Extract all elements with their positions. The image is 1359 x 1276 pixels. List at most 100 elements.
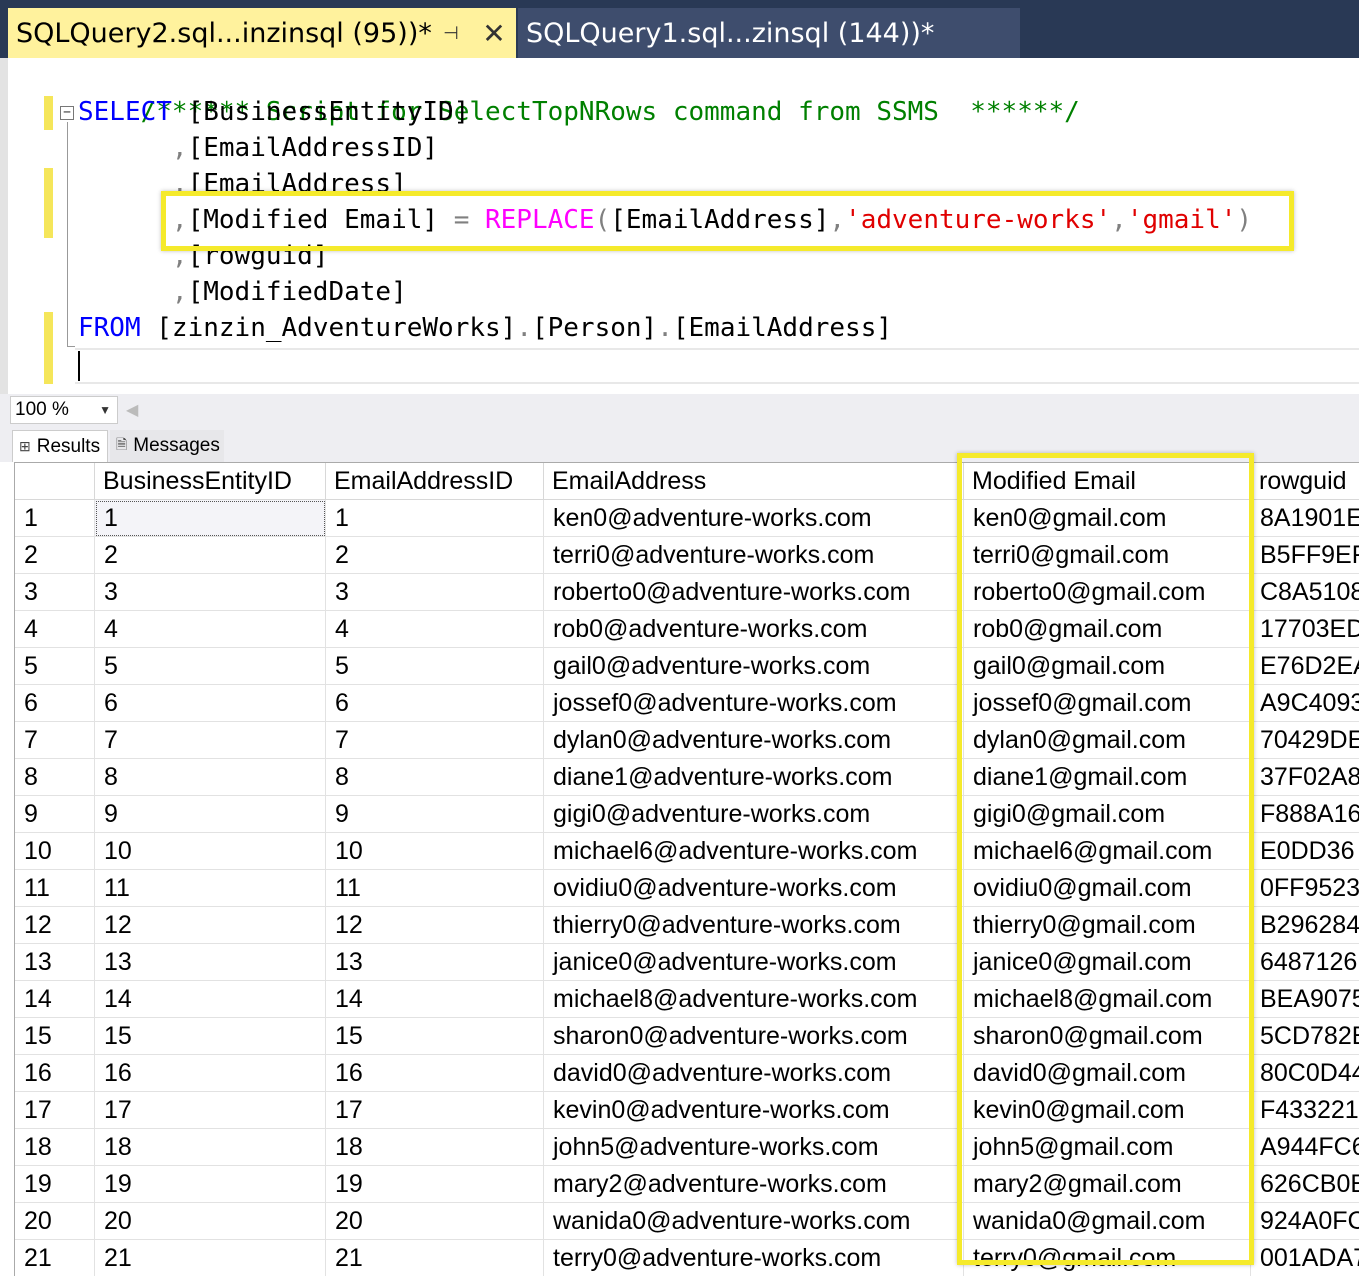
emailaddress-header[interactable]: EmailAddress <box>544 463 964 500</box>
rowguid-cell[interactable]: B296284 <box>1251 907 1359 944</box>
businessentityid-cell[interactable]: 14 <box>95 981 326 1018</box>
rowguid-cell[interactable]: F888A16 <box>1251 796 1359 833</box>
close-icon[interactable]: ✕ <box>478 8 510 58</box>
businessentityid-cell[interactable]: 18 <box>95 1129 326 1166</box>
businessentityid-cell[interactable]: 20 <box>95 1203 326 1240</box>
row-number-cell[interactable]: 2 <box>15 537 95 574</box>
row-number-cell[interactable]: 6 <box>15 685 95 722</box>
row-number-cell[interactable]: 12 <box>15 907 95 944</box>
emailaddress-cell[interactable]: ken0@adventure-works.com <box>544 500 964 537</box>
rowguid-cell[interactable]: 0FF9523 <box>1251 870 1359 907</box>
modified-email-cell[interactable]: rob0@gmail.com <box>964 611 1251 648</box>
emailaddress-cell[interactable]: michael6@adventure-works.com <box>544 833 964 870</box>
emailaddress-cell[interactable]: dylan0@adventure-works.com <box>544 722 964 759</box>
row-number-cell[interactable]: 18 <box>15 1129 95 1166</box>
businessentityid-cell[interactable]: 9 <box>95 796 326 833</box>
modified-email-cell[interactable]: gail0@gmail.com <box>964 648 1251 685</box>
businessentityid-cell[interactable]: 3 <box>95 574 326 611</box>
emailaddressid-cell[interactable]: 2 <box>326 537 544 574</box>
rowguid-cell[interactable]: 5CD782E <box>1251 1018 1359 1055</box>
modified-email-cell[interactable]: thierry0@gmail.com <box>964 907 1251 944</box>
pin-icon[interactable]: ⊣ <box>436 8 466 58</box>
rowguid-cell[interactable]: 924A0FC <box>1251 1203 1359 1240</box>
emailaddress-cell[interactable]: terry0@adventure-works.com <box>544 1240 964 1276</box>
tab-sqlquery2[interactable]: SQLQuery2.sql...inzinsql (95))* ⊣ ✕ <box>8 8 516 58</box>
row-number-cell[interactable]: 19 <box>15 1166 95 1203</box>
rowguid-cell[interactable]: A944FC6 <box>1251 1129 1359 1166</box>
emailaddressid-cell[interactable]: 19 <box>326 1166 544 1203</box>
row-number-cell[interactable]: 15 <box>15 1018 95 1055</box>
rowguid-cell[interactable]: 8A1901E <box>1251 500 1359 537</box>
businessentityid-cell[interactable]: 15 <box>95 1018 326 1055</box>
emailaddressid-cell[interactable]: 13 <box>326 944 544 981</box>
rowguid-cell[interactable]: 80C0D44 <box>1251 1055 1359 1092</box>
emailaddressid-cell[interactable]: 1 <box>326 500 544 537</box>
zoom-select[interactable]: 100 % ▼ <box>10 396 118 424</box>
row-number-cell[interactable]: 14 <box>15 981 95 1018</box>
results-grid[interactable]: BusinessEntityID EmailAddressID EmailAddre… <box>14 462 1359 1276</box>
emailaddressid-cell[interactable]: 8 <box>326 759 544 796</box>
row-number-cell[interactable]: 3 <box>15 574 95 611</box>
businessentityid-header[interactable]: BusinessEntityID <box>95 463 326 500</box>
row-number-cell[interactable]: 20 <box>15 1203 95 1240</box>
rowguid-header[interactable]: rowguid <box>1251 463 1359 500</box>
modified-email-cell[interactable]: diane1@gmail.com <box>964 759 1251 796</box>
row-number-cell[interactable]: 4 <box>15 611 95 648</box>
modified-email-cell[interactable]: michael6@gmail.com <box>964 833 1251 870</box>
collapse-toggle-icon[interactable]: − <box>60 106 74 120</box>
emailaddress-cell[interactable]: roberto0@adventure-works.com <box>544 574 964 611</box>
modified-email-cell[interactable]: ovidiu0@gmail.com <box>964 870 1251 907</box>
businessentityid-cell[interactable]: 8 <box>95 759 326 796</box>
emailaddressid-cell[interactable]: 12 <box>326 907 544 944</box>
emailaddressid-cell[interactable]: 17 <box>326 1092 544 1129</box>
emailaddress-cell[interactable]: jossef0@adventure-works.com <box>544 685 964 722</box>
rowguid-cell[interactable]: 70429DE <box>1251 722 1359 759</box>
businessentityid-cell[interactable]: 17 <box>95 1092 326 1129</box>
emailaddressid-cell[interactable]: 5 <box>326 648 544 685</box>
emailaddressid-cell[interactable]: 15 <box>326 1018 544 1055</box>
rowguid-cell[interactable]: E76D2EA <box>1251 648 1359 685</box>
emailaddress-cell[interactable]: david0@adventure-works.com <box>544 1055 964 1092</box>
sql-editor[interactable]: − /****** Script for SelectTopNRows comm… <box>0 58 1359 394</box>
emailaddress-cell[interactable]: sharon0@adventure-works.com <box>544 1018 964 1055</box>
row-number-cell[interactable]: 5 <box>15 648 95 685</box>
rowguid-cell[interactable]: C8A5108 <box>1251 574 1359 611</box>
rowguid-cell[interactable]: 626CB0E <box>1251 1166 1359 1203</box>
businessentityid-cell[interactable]: 12 <box>95 907 326 944</box>
rowguid-cell[interactable]: 6487126 <box>1251 944 1359 981</box>
row-number-cell[interactable]: 17 <box>15 1092 95 1129</box>
rowguid-cell[interactable]: A9C4093 <box>1251 685 1359 722</box>
emailaddress-cell[interactable]: kevin0@adventure-works.com <box>544 1092 964 1129</box>
modified-email-cell[interactable]: sharon0@gmail.com <box>964 1018 1251 1055</box>
row-number-cell[interactable]: 16 <box>15 1055 95 1092</box>
modified-email-cell[interactable]: john5@gmail.com <box>964 1129 1251 1166</box>
row-number-cell[interactable]: 7 <box>15 722 95 759</box>
rowguid-cell[interactable]: E0DD36 <box>1251 833 1359 870</box>
modified-email-header[interactable]: Modified Email <box>964 463 1251 500</box>
businessentityid-cell[interactable]: 16 <box>95 1055 326 1092</box>
businessentityid-cell[interactable]: 13 <box>95 944 326 981</box>
row-number-cell[interactable]: 9 <box>15 796 95 833</box>
tab-sqlquery1[interactable]: SQLQuery1.sql...zinsql (144))* <box>518 8 1020 58</box>
emailaddressid-cell[interactable]: 6 <box>326 685 544 722</box>
emailaddressid-cell[interactable]: 7 <box>326 722 544 759</box>
row-number-cell[interactable]: 10 <box>15 833 95 870</box>
modified-email-cell[interactable]: kevin0@gmail.com <box>964 1092 1251 1129</box>
businessentityid-cell[interactable]: 4 <box>95 611 326 648</box>
emailaddress-cell[interactable]: gigi0@adventure-works.com <box>544 796 964 833</box>
businessentityid-cell[interactable]: 1 <box>95 500 326 537</box>
emailaddress-cell[interactable]: gail0@adventure-works.com <box>544 648 964 685</box>
row-number-cell[interactable]: 1 <box>15 500 95 537</box>
scroll-left-icon[interactable]: ◀ <box>126 400 138 419</box>
row-number-cell[interactable]: 8 <box>15 759 95 796</box>
modified-email-cell[interactable]: jossef0@gmail.com <box>964 685 1251 722</box>
emailaddress-cell[interactable]: john5@adventure-works.com <box>544 1129 964 1166</box>
row-number-cell[interactable]: 13 <box>15 944 95 981</box>
emailaddress-cell[interactable]: janice0@adventure-works.com <box>544 944 964 981</box>
emailaddress-cell[interactable]: terri0@adventure-works.com <box>544 537 964 574</box>
emailaddressid-cell[interactable]: 16 <box>326 1055 544 1092</box>
emailaddress-cell[interactable]: ovidiu0@adventure-works.com <box>544 870 964 907</box>
rowguid-cell[interactable]: BEA9075 <box>1251 981 1359 1018</box>
row-number-cell[interactable]: 21 <box>15 1240 95 1276</box>
modified-email-cell[interactable]: janice0@gmail.com <box>964 944 1251 981</box>
